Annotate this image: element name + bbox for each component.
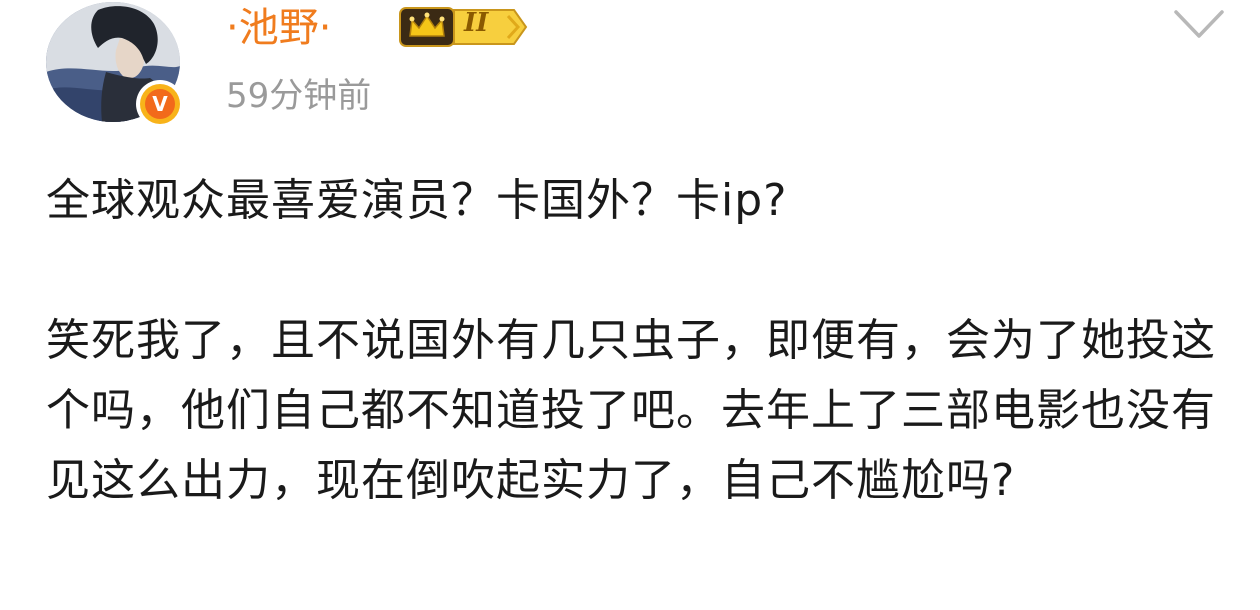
post-paragraph-1: 全球观众最喜爱演员？卡国外？卡ip? <box>46 175 788 226</box>
post-timestamp: 59分钟前 <box>226 76 372 116</box>
post-paragraph-2: 笑死我了，且不说国外有几只虫子，即便有，会为了她投这个吗，他们自己都不知道投了吧… <box>46 315 1216 506</box>
verified-badge-icon: V <box>136 80 184 128</box>
post-content: 全球观众最喜爱演员？卡国外？卡ip? 笑死我了，且不说国外有几只虫子，即便有，会… <box>46 166 1226 516</box>
weibo-post: V ·池野· II 59分钟前 全球观众最喜爱演员？卡国外？卡ip? 笑死我了，… <box>0 0 1260 610</box>
chevron-down-icon[interactable] <box>1172 4 1226 44</box>
author-name[interactable]: ·池野· <box>226 0 331 56</box>
vip-level-label: II <box>464 8 489 38</box>
